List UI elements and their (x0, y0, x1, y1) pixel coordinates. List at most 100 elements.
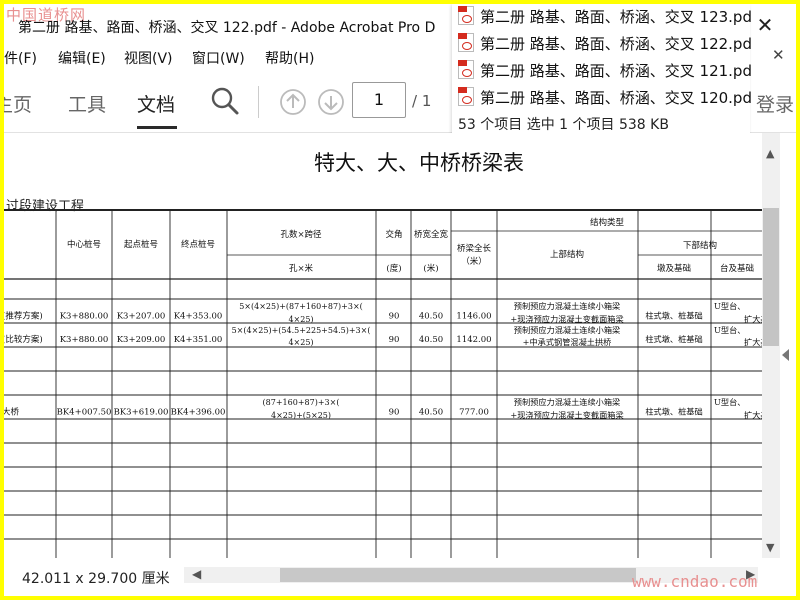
tab-document[interactable]: 文档 (137, 90, 175, 117)
row-pier: 柱式墩、桩基础 (645, 311, 702, 321)
page-dimensions: 42.011 x 29.700 厘米 (22, 571, 170, 587)
row-superstructure: 预制预应力混凝土连续小箱梁 (514, 301, 620, 311)
page-total: / 1 (412, 92, 432, 110)
vertical-scrollbar[interactable]: ▲ ▼ (762, 133, 780, 558)
row-name: (推荐方案) (4, 311, 43, 322)
file-name: 第二册 路基、路面、桥涵、交叉 122.pd (480, 35, 752, 53)
header-spans-unit: 孔×米 (289, 263, 314, 274)
menu-view[interactable]: 视图(V) (124, 48, 173, 68)
row-superstructure: +现浇预应力混凝土变截面箱梁 (510, 314, 623, 324)
menu-help[interactable]: 帮助(H) (265, 48, 314, 68)
header-length: 桥梁全长 (457, 243, 492, 254)
file-explorer-popup: 第二册 路基、路面、桥涵、交叉 123.pd 第二册 路基、路面、桥涵、交叉 1… (452, 4, 752, 138)
window-title: 第二册 路基、路面、桥涵、交叉 122.pdf - Adobe Acrobat … (18, 20, 436, 36)
scrollbar-thumb[interactable] (763, 208, 779, 346)
row-spans: 5×(4×25)+(87+160+87)+3×( (239, 302, 363, 311)
row-spans: 4×25)+(5×25) (271, 411, 331, 420)
header-start-pile: 起点桩号 (124, 239, 158, 250)
document-viewer[interactable]: 特大、大、中桥桥梁表 过段建设工程 中心桩号 起点桩号 终点桩号 孔数×跨径 孔×米 交角… (4, 133, 762, 558)
row-center-pile: BK4+007.50 (57, 408, 112, 418)
file-item[interactable]: 第二册 路基、路面、桥涵、交叉 123.pd (452, 4, 752, 30)
row-width: 40.50 (419, 335, 443, 345)
pdf-file-icon (458, 6, 474, 25)
header-angle: 交角 (385, 229, 402, 240)
row-pier: 柱式墩、桩基础 (645, 334, 702, 344)
row-center-pile: K3+880.00 (60, 312, 109, 322)
header-pier: 墩及基础 (657, 263, 691, 274)
row-abutment: U型台、 (714, 397, 745, 407)
row-abutment: U型台、 (714, 325, 745, 335)
header-substructure: 下部结构 (683, 240, 717, 251)
scroll-down-icon[interactable]: ▼ (766, 541, 774, 554)
row-end-pile: K4+351.00 (174, 335, 223, 345)
file-name: 第二册 路基、路面、桥涵、交叉 123.pd (480, 8, 752, 26)
menu-window[interactable]: 窗口(W) (192, 48, 245, 68)
row-length: 777.00 (459, 408, 489, 418)
row-name: (比较方案) (4, 334, 43, 345)
close-window-icon[interactable]: ✕ (752, 12, 778, 38)
row-width: 40.50 (419, 312, 443, 322)
login-button[interactable]: 登录 (756, 90, 794, 117)
header-spans: 孔数×跨径 (280, 229, 322, 240)
header-width-unit: (米) (423, 263, 438, 274)
pdf-file-icon (458, 87, 474, 106)
pdf-file-icon (458, 33, 474, 52)
row-start-pile: BK3+619.00 (114, 408, 169, 418)
row-center-pile: K3+880.00 (60, 335, 109, 345)
row-spans: 4×25) (288, 315, 313, 324)
row-superstructure: 预制预应力混凝土连续小箱梁 (514, 397, 620, 407)
menu-edit[interactable]: 编辑(E) (58, 48, 106, 68)
row-end-pile: K4+353.00 (174, 312, 223, 322)
previous-page-icon[interactable] (279, 88, 307, 120)
tab-home[interactable]: 主页 (4, 90, 32, 117)
header-angle-unit: (度) (386, 263, 401, 274)
row-angle: 90 (389, 335, 400, 345)
status-bar: 42.011 x 29.700 厘米 ◀ ▶ www.cndao.com (4, 558, 796, 596)
file-name: 第二册 路基、路面、桥涵、交叉 121.pd (480, 62, 752, 80)
explorer-status: 53 个项目 选中 1 个项目 538 KB (458, 117, 669, 133)
header-superstructure: 上部结构 (550, 249, 584, 260)
row-end-pile: BK4+396.00 (171, 408, 226, 418)
search-icon[interactable] (210, 86, 240, 120)
header-abutment: 台及基础 (720, 263, 754, 274)
file-item[interactable]: 第二册 路基、路面、桥涵、交叉 120.pd (452, 85, 752, 111)
app-window: 中国道桥网 第二册 路基、路面、桥涵、交叉 122.pdf - Adobe Ac… (4, 4, 796, 596)
row-abutment: 扩大基础 (744, 314, 762, 324)
row-start-pile: K3+207.00 (117, 312, 166, 322)
file-item[interactable]: 第二册 路基、路面、桥涵、交叉 122.pd (452, 31, 752, 57)
row-superstructure: +中承式钢管混凝土拱桥 (523, 337, 612, 347)
row-abutment: U型台、 (714, 301, 745, 311)
file-name: 第二册 路基、路面、桥涵、交叉 120.pd (480, 89, 752, 107)
row-spans: 5×(4×25)+(54.5+225+54.5)+3×( (232, 326, 371, 335)
file-item[interactable]: 第二册 路基、路面、桥涵、交叉 121.pd (452, 58, 752, 84)
row-superstructure: +现浇预应力混凝土变截面箱梁 (510, 410, 623, 420)
row-abutment: 扩大基础 (744, 410, 762, 420)
bridge-table: 中心桩号 起点桩号 终点桩号 孔数×跨径孔×米 交角 (度) 桥宽全宽 (米) 结构类型桥梁全长… (4, 209, 762, 558)
pdf-file-icon (458, 60, 474, 79)
row-width: 40.50 (419, 408, 443, 418)
row-spans: 4×25) (288, 338, 313, 347)
row-superstructure: 预制预应力混凝土连续小箱梁 (514, 325, 620, 335)
scroll-up-icon[interactable]: ▲ (766, 147, 774, 160)
row-angle: 90 (389, 312, 400, 322)
menu-file[interactable]: 件(F) (4, 48, 37, 68)
row-length: 1146.00 (456, 312, 491, 322)
close-document-icon[interactable]: ✕ (772, 46, 785, 64)
tab-tools[interactable]: 工具 (68, 90, 106, 117)
row-name: 大桥 (4, 407, 20, 418)
row-start-pile: K3+209.00 (117, 335, 166, 345)
next-page-icon[interactable] (317, 88, 345, 120)
header-structure-type: 结构类型 (590, 217, 625, 228)
header-end-pile: 终点桩号 (181, 239, 215, 250)
row-abutment: 扩大基础 (744, 337, 762, 347)
page-number-input[interactable]: 1 (352, 82, 406, 118)
row-pier: 柱式墩、桩基础 (645, 407, 702, 417)
row-angle: 90 (389, 408, 400, 418)
row-spans: (87+160+87)+3×( (263, 398, 340, 407)
header-center-pile: 中心桩号 (67, 239, 101, 250)
header-width: 桥宽全宽 (414, 229, 449, 240)
scrollbar-thumb[interactable] (280, 568, 636, 582)
active-tab-indicator (137, 126, 177, 129)
right-pane-toggle-icon[interactable] (782, 349, 789, 361)
scroll-left-icon[interactable]: ◀ (192, 567, 201, 581)
